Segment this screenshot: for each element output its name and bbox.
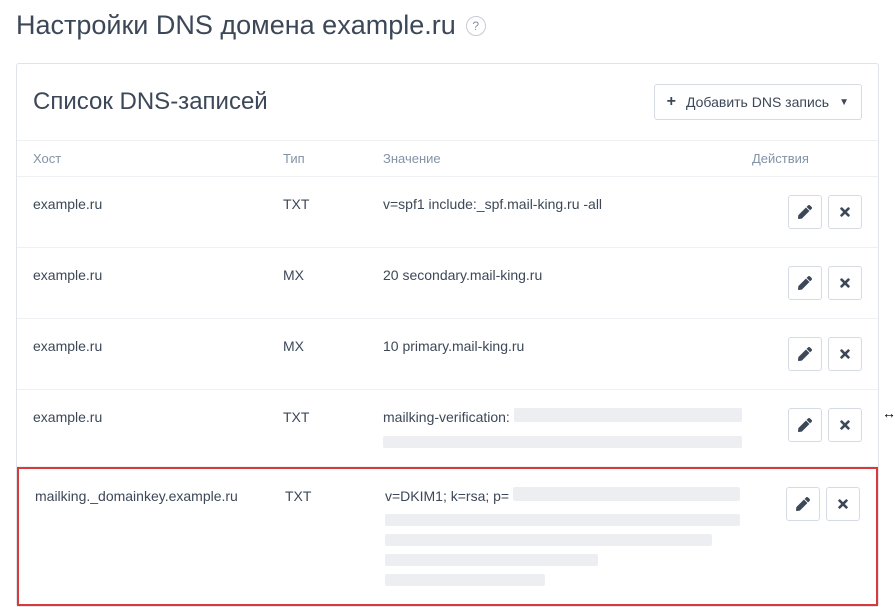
pencil-icon	[798, 347, 812, 361]
cell-value: 10 primary.mail-king.ru	[383, 337, 752, 357]
close-icon	[836, 497, 850, 511]
cell-actions	[752, 195, 862, 229]
edit-button[interactable]	[788, 195, 822, 229]
table-row: mailking._domainkey.example.ruTXTv=DKIM1…	[17, 467, 878, 607]
cell-value: v=DKIM1; k=rsa; p=	[385, 487, 750, 587]
cell-value: mailking-verification:	[383, 408, 752, 448]
cell-type: MX	[283, 337, 383, 357]
cell-type: TXT	[285, 487, 385, 507]
close-icon	[838, 276, 852, 290]
close-icon	[838, 205, 852, 219]
delete-button[interactable]	[828, 337, 862, 371]
cell-actions	[750, 487, 860, 521]
edit-button[interactable]	[788, 266, 822, 300]
help-icon[interactable]: ?	[466, 16, 486, 36]
cell-type: TXT	[283, 408, 383, 428]
cell-value: v=spf1 include:_spf.mail-king.ru -all	[383, 195, 752, 215]
table-header-row: Хост Тип Значение Действия	[17, 140, 878, 177]
resize-cursor-icon: ↔	[882, 404, 895, 424]
add-dns-record-button[interactable]: + Добавить DNS запись ▼	[654, 84, 862, 120]
cell-actions	[752, 408, 862, 442]
table-row: example.ruMX20 secondary.mail-king.ru	[17, 248, 878, 319]
pencil-icon	[798, 205, 812, 219]
cell-value: 20 secondary.mail-king.ru	[383, 266, 752, 286]
dns-records-panel: Список DNS-записей + Добавить DNS запись…	[16, 63, 879, 607]
cell-host: example.ru	[33, 408, 283, 428]
table-row: example.ruMX10 primary.mail-king.ru	[17, 319, 878, 390]
add-button-label: Добавить DNS запись	[686, 94, 829, 110]
table-row: example.ruTXTv=spf1 include:_spf.mail-ki…	[17, 177, 878, 248]
cell-host: example.ru	[33, 266, 283, 286]
cell-actions	[752, 337, 862, 371]
delete-button[interactable]	[826, 487, 860, 521]
panel-heading: Список DNS-записей	[33, 88, 268, 116]
pencil-icon	[798, 276, 812, 290]
edit-button[interactable]	[786, 487, 820, 521]
page-title: Настройки DNS домена example.ru	[16, 10, 456, 41]
pencil-icon	[796, 497, 810, 511]
table-row: example.ruTXTmailking-verification: ↔	[17, 390, 878, 467]
cell-actions	[752, 266, 862, 300]
plus-icon: +	[667, 93, 676, 111]
close-icon	[838, 347, 852, 361]
delete-button[interactable]	[828, 195, 862, 229]
col-header-type: Тип	[283, 151, 383, 166]
col-header-host: Хост	[33, 151, 283, 166]
cell-host: mailking._domainkey.example.ru	[35, 487, 285, 507]
col-header-value: Значение	[383, 151, 752, 166]
caret-down-icon: ▼	[839, 97, 849, 108]
cell-type: TXT	[283, 195, 383, 215]
cell-host: example.ru	[33, 337, 283, 357]
delete-button[interactable]	[828, 266, 862, 300]
delete-button[interactable]	[828, 408, 862, 442]
close-icon	[838, 418, 852, 432]
pencil-icon	[798, 418, 812, 432]
edit-button[interactable]	[788, 337, 822, 371]
edit-button[interactable]	[788, 408, 822, 442]
cell-type: MX	[283, 266, 383, 286]
col-header-actions: Действия	[752, 151, 862, 166]
cell-host: example.ru	[33, 195, 283, 215]
